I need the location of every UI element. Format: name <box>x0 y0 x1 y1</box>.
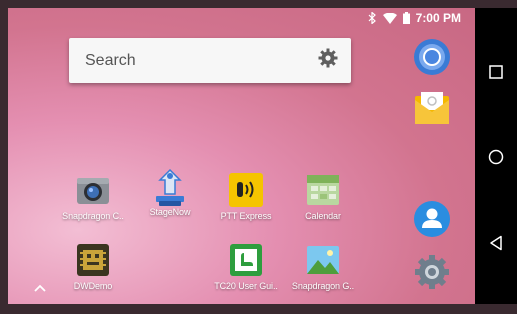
home-button[interactable] <box>475 149 517 165</box>
app-dwdemo[interactable]: DWDemo <box>56 242 130 291</box>
back-button[interactable] <box>475 235 517 251</box>
device-frame: 7:00 PM Search Snapdragon C.. StageNow P… <box>0 0 517 314</box>
gallery-icon <box>305 242 341 278</box>
user-guide-icon <box>228 242 264 278</box>
navigation-bar <box>475 8 517 304</box>
bluetooth-icon <box>368 12 377 24</box>
app-label: Snapdragon G.. <box>291 281 355 291</box>
app-snapdragon-gallery[interactable]: Snapdragon G.. <box>286 242 360 291</box>
calendar-icon <box>305 172 341 208</box>
email-icon[interactable] <box>413 90 451 128</box>
dwdemo-icon <box>75 242 111 278</box>
app-label: TC20 User Gui.. <box>214 281 278 291</box>
search-bar[interactable]: Search <box>69 38 351 83</box>
gear-icon[interactable] <box>318 48 338 73</box>
recents-button[interactable] <box>475 65 517 79</box>
battery-icon <box>402 12 410 24</box>
app-ptt-express[interactable]: PTT Express <box>209 172 283 221</box>
app-label: StageNow <box>149 207 191 217</box>
app-stagenow[interactable]: StageNow <box>133 168 207 217</box>
stagenow-icon <box>152 168 188 206</box>
app-label: Calendar <box>305 211 341 221</box>
wifi-icon <box>382 12 397 24</box>
app-tc20-user-guide[interactable]: TC20 User Gui.. <box>209 242 283 291</box>
settings-icon[interactable] <box>413 253 451 291</box>
camera-icon <box>75 172 111 208</box>
app-calendar[interactable]: Calendar <box>286 172 360 221</box>
app-label: DWDemo <box>73 281 113 291</box>
app-drawer-chevron-up-icon[interactable] <box>34 279 46 297</box>
search-placeholder[interactable]: Search <box>85 52 136 70</box>
app-label: Snapdragon C.. <box>62 211 124 221</box>
status-time: 7:00 PM <box>415 11 461 25</box>
contacts-icon[interactable] <box>413 200 451 238</box>
status-bar: 7:00 PM <box>368 11 461 25</box>
app-snapdragon-camera[interactable]: Snapdragon C.. <box>56 172 130 221</box>
ptt-icon <box>228 172 264 208</box>
app-label: PTT Express <box>220 211 272 221</box>
chrome-icon[interactable] <box>413 38 451 76</box>
home-screen: 7:00 PM Search Snapdragon C.. StageNow P… <box>8 8 475 304</box>
